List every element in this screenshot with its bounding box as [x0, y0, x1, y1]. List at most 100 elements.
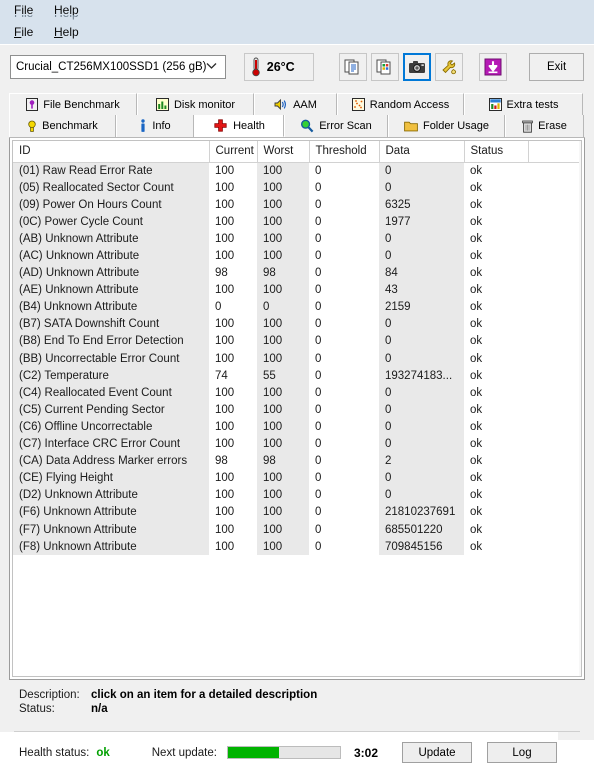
smart-attributes-grid[interactable]: ID Current Worst Threshold Data Status (… — [12, 140, 582, 677]
cell-id: (B4) Unknown Attribute — [13, 298, 209, 316]
cell-worst: 100 — [257, 315, 309, 333]
exit-button[interactable]: Exit — [529, 53, 584, 81]
cell-worst: 55 — [257, 367, 309, 385]
drive-select[interactable]: Crucial_CT256MX100SSD1 (256 gB) — [10, 55, 226, 79]
table-row[interactable]: (F7) Unknown Attribute 100 100 0 685501220 ok — [13, 520, 581, 539]
cell-current: 100 — [209, 230, 257, 248]
cell-status: ok — [464, 230, 528, 248]
cell-worst: 100 — [257, 332, 309, 351]
table-row[interactable]: (CA) Data Address Marker errors 98 98 0 2 ok — [13, 452, 581, 470]
column-header-worst[interactable]: Worst — [257, 141, 310, 163]
table-row[interactable]: (AC) Unknown Attribute 100 100 0 0 ok — [13, 247, 581, 265]
description-label: Description: — [19, 689, 80, 701]
table-row[interactable]: (F8) Unknown Attribute 100 100 0 709845156 ok — [13, 538, 581, 556]
cell-data: 0 — [379, 486, 464, 504]
table-row[interactable]: (BB) Uncorrectable Error Count 100 100 0 0 ok — [13, 350, 581, 368]
thermometer-icon — [251, 57, 261, 77]
menu-file[interactable]: File — [14, 25, 33, 39]
cell-id: (C7) Interface CRC Error Count — [13, 435, 209, 453]
tweak-button[interactable] — [435, 53, 464, 81]
cell-data: 0 — [379, 350, 464, 368]
tab-random-access[interactable]: Random Access — [337, 93, 464, 115]
update-button[interactable]: Update — [402, 742, 472, 763]
cell-worst: 100 — [257, 213, 309, 231]
column-header-data[interactable]: Data — [379, 141, 465, 163]
table-row[interactable]: (CE) Flying Height 100 100 0 0 ok — [13, 469, 581, 487]
cell-spacer — [528, 281, 581, 299]
cell-data: 21810237691 — [379, 503, 464, 521]
cell-worst: 0 — [257, 298, 309, 316]
screenshot-button[interactable] — [403, 53, 432, 81]
download-button[interactable] — [479, 53, 508, 81]
column-header-current[interactable]: Current — [209, 141, 258, 163]
table-row[interactable]: (09) Power On Hours Count 100 100 0 6325 ok — [13, 196, 581, 214]
cell-current: 100 — [209, 332, 257, 351]
table-row[interactable]: (C6) Offline Uncorrectable 100 100 0 0 ok — [13, 418, 581, 436]
tab-aam[interactable]: AAM — [254, 93, 337, 115]
vertical-scrollbar[interactable] — [579, 141, 581, 676]
tab-error-scan[interactable]: Error Scan — [284, 115, 388, 137]
copy-excel-report-button[interactable] — [371, 53, 400, 81]
next-update-label: Next update: — [151, 746, 217, 759]
cell-id: (B8) End To End Error Detection — [13, 332, 209, 351]
table-row[interactable]: (AD) Unknown Attribute 98 98 0 84 ok — [13, 264, 581, 282]
wrench-icon — [440, 59, 458, 75]
table-row[interactable]: (C4) Reallocated Event Count 100 100 0 0 ok — [13, 384, 581, 402]
tab-error-scan-label: Error Scan — [319, 120, 372, 132]
table-row[interactable]: (D2) Unknown Attribute 100 100 0 0 ok — [13, 486, 581, 504]
tab-row-upper: File Benchmark Disk monitor AAM Random A… — [9, 93, 585, 115]
next-update-progress-fill — [227, 747, 280, 758]
cell-worst: 100 — [257, 350, 309, 368]
tab-extra-tests[interactable]: Extra tests — [464, 93, 583, 115]
cell-id: (AE) Unknown Attribute — [13, 281, 209, 299]
table-row[interactable]: (B8) End To End Error Detection 100 100 0 0 o… — [13, 332, 581, 351]
cell-status: ok — [464, 401, 528, 419]
table-row[interactable]: (C2) Temperature 74 55 0 193274183... ok — [13, 367, 581, 385]
tab-erase[interactable]: Erase — [505, 115, 584, 137]
table-row[interactable]: (05) Reallocated Sector Count 100 100 0 0 ok — [13, 179, 581, 197]
column-header-threshold[interactable]: Threshold — [309, 141, 380, 163]
cell-data: 2159 — [379, 298, 464, 316]
table-row[interactable]: (B4) Unknown Attribute 0 0 0 2159 ok — [13, 298, 581, 316]
tab-folder-usage[interactable]: Folder Usage — [388, 115, 505, 137]
health-status-value: ok — [96, 746, 110, 759]
speaker-icon — [274, 98, 288, 111]
column-header-id[interactable]: ID — [13, 141, 210, 163]
cell-worst: 100 — [257, 469, 309, 487]
cell-threshold: 0 — [309, 486, 379, 504]
table-row[interactable]: (C7) Interface CRC Error Count 100 100 0 0 ok — [13, 435, 581, 453]
tab-folder-usage-label: Folder Usage — [422, 120, 490, 132]
tab-health[interactable]: Health — [194, 115, 284, 137]
table-row[interactable]: (01) Raw Read Error Rate 100 100 0 0 ok — [13, 162, 581, 180]
copy-text-report-button[interactable] — [339, 53, 368, 81]
column-header-status[interactable]: Status — [464, 141, 529, 163]
log-button[interactable]: Log — [487, 742, 557, 763]
cell-id: (D2) Unknown Attribute — [13, 486, 209, 504]
cell-threshold: 0 — [309, 350, 379, 368]
health-status-label: Health status: — [19, 746, 90, 759]
table-row[interactable]: (AE) Unknown Attribute 100 100 0 43 ok — [13, 281, 581, 299]
table-row[interactable]: (B7) SATA Downshift Count 100 100 0 0 ok — [13, 315, 581, 333]
tab-disk-monitor[interactable]: Disk monitor — [137, 93, 254, 115]
tab-file-benchmark[interactable]: File Benchmark — [9, 93, 137, 115]
tab-file-benchmark-label: File Benchmark — [43, 98, 120, 111]
cell-status: ok — [464, 332, 528, 351]
table-row[interactable]: (F6) Unknown Attribute 100 100 0 21810237691… — [13, 503, 581, 521]
red-cross-icon — [213, 118, 228, 133]
cell-data: 0 — [379, 230, 464, 248]
table-row[interactable]: (C5) Current Pending Sector 100 100 0 0 ok — [13, 401, 581, 419]
table-row[interactable]: (AB) Unknown Attribute 100 100 0 0 ok — [13, 230, 581, 248]
cell-threshold: 0 — [309, 503, 379, 521]
menu-help[interactable]: Help — [54, 25, 79, 39]
file-benchmark-icon — [26, 98, 39, 111]
table-header-row: ID Current Worst Threshold Data Status — [13, 141, 581, 163]
cell-spacer — [528, 520, 581, 539]
cell-spacer — [528, 332, 581, 351]
tab-info[interactable]: Info — [116, 115, 194, 137]
table-row[interactable]: (0C) Power Cycle Count 100 100 0 1977 ok — [13, 213, 581, 231]
tab-benchmark[interactable]: Benchmark — [9, 115, 116, 137]
cell-data: 0 — [379, 315, 464, 333]
cell-threshold: 0 — [309, 538, 379, 556]
document-copy-icon — [344, 58, 362, 76]
status-label: Status: — [19, 703, 55, 715]
